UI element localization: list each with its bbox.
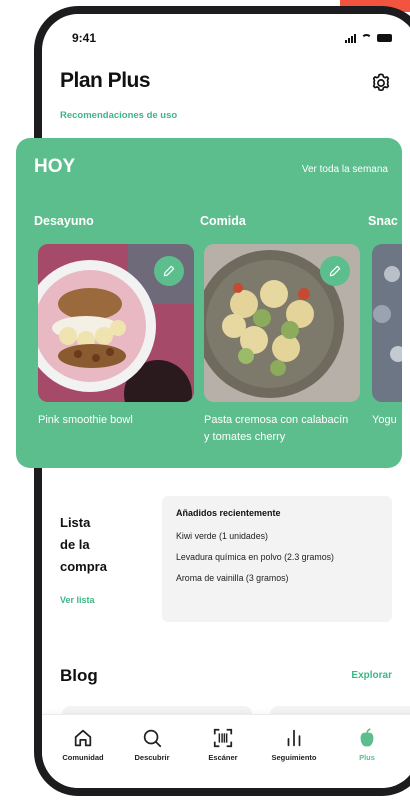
meal-name: Yogu — [372, 414, 397, 426]
edit-meal-button[interactable] — [320, 256, 350, 286]
tab-bar: Comunidad Descubrir Escáner Seguimiento … — [42, 714, 410, 788]
meal-photo-pasta — [204, 244, 360, 402]
recently-added-heading: Añadidos recientemente — [176, 508, 281, 518]
meal-label: Comida — [200, 214, 246, 228]
recently-added-panel[interactable]: Añadidos recientemente Kiwi verde (1 uni… — [162, 496, 392, 622]
tab-escaner[interactable]: Escáner — [188, 725, 258, 762]
gear-icon[interactable] — [370, 72, 392, 94]
tab-label: Seguimiento — [271, 753, 317, 762]
meal-label: Desayuno — [34, 214, 94, 228]
meal-card-comida[interactable]: Comida Pasta cremosa con calabacín y tom… — [200, 214, 360, 443]
tab-label: Comunidad — [62, 753, 104, 762]
tab-label: Descubrir — [134, 753, 170, 762]
view-week-link[interactable]: Ver toda la semana — [302, 164, 388, 175]
home-icon — [74, 729, 92, 747]
usage-recommendations-link[interactable]: Recomendaciones de uso — [60, 110, 177, 121]
shopping-item: Kiwi verde (1 unidades) — [176, 531, 268, 541]
signal-icon — [345, 33, 356, 43]
today-card: HOY Ver toda la semana Desayuno Pink smo… — [16, 138, 402, 468]
shopping-list-title: Lista de la compra — [60, 512, 107, 578]
tab-label: Plus — [359, 753, 375, 762]
shopping-title-line: de la — [60, 537, 90, 552]
explore-blog-link[interactable]: Explorar — [351, 670, 392, 681]
shopping-title-line: Lista — [60, 515, 91, 530]
yogurt-image — [372, 244, 402, 402]
shopping-item: Levadura química en polvo (2.3 gramos) — [176, 552, 334, 562]
tab-comunidad[interactable]: Comunidad — [48, 725, 118, 762]
page-title: Plan Plus — [60, 69, 151, 92]
meal-name: Pink smoothie bowl — [38, 414, 133, 426]
status-time: 9:41 — [72, 31, 97, 45]
wifi-icon — [361, 34, 372, 42]
tab-plus[interactable]: Plus — [332, 725, 402, 762]
battery-icon — [377, 34, 392, 42]
meal-card-desayuno[interactable]: Desayuno Pink smoothie bowl — [34, 214, 194, 426]
barcode-scanner-icon — [213, 728, 233, 748]
today-heading: HOY — [34, 156, 76, 177]
meal-label: Snac — [368, 214, 398, 228]
pencil-icon — [163, 265, 175, 277]
meal-photo-yogurt — [372, 244, 402, 402]
shopping-item: Aroma de vainilla (3 gramos) — [176, 573, 289, 583]
meal-name: Pasta cremosa con calabacín y tomates ch… — [204, 414, 349, 443]
search-icon — [143, 729, 162, 748]
tab-label: Escáner — [208, 753, 238, 762]
app-screenshot: 9:41 Plan Plus Recomendaciones de uso Añ… — [0, 0, 410, 800]
view-list-link[interactable]: Ver lista — [60, 595, 95, 605]
status-icons — [345, 33, 392, 43]
edit-meal-button[interactable] — [154, 256, 184, 286]
tab-descubrir[interactable]: Descubrir — [117, 725, 187, 762]
pencil-icon — [329, 265, 341, 277]
status-bar: 9:41 — [72, 30, 392, 46]
tab-seguimiento[interactable]: Seguimiento — [259, 725, 329, 762]
meal-card-snack[interactable]: Snac Yogu — [368, 214, 402, 426]
bar-chart-icon — [287, 729, 301, 747]
blog-title: Blog — [60, 666, 98, 685]
apple-icon — [360, 728, 374, 747]
shopping-title-line: compra — [60, 559, 107, 574]
meal-photo-smoothie-bowl — [38, 244, 194, 402]
